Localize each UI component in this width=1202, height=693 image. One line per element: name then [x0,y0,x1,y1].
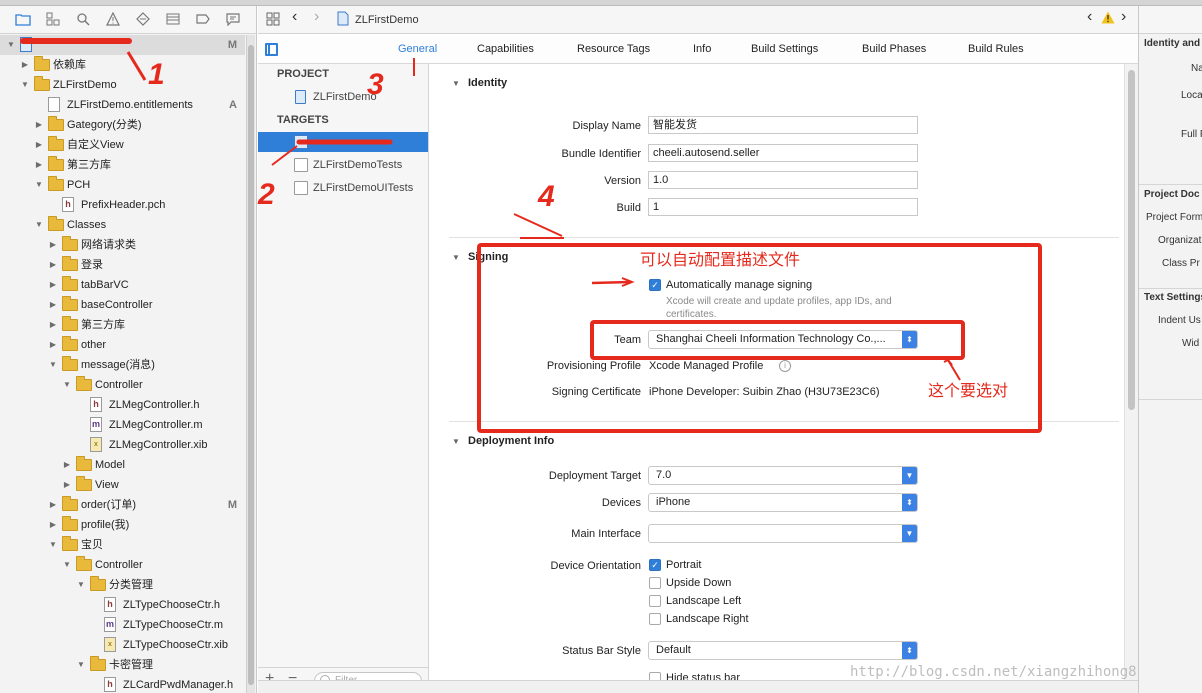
annotation-number-3: 3 [367,68,384,101]
xcode-window: ▼ M ▶ 依赖库 ▼ ZLFirstDemo ZLFirstDemo.entitlemen… [0,0,1202,693]
annotation-number-2: 2 [258,178,275,211]
annotation-number-4: 4 [538,180,555,213]
watermark: http://blog.csdn.net/xiangzhihong8 [850,664,1137,680]
team-highlight-box [590,320,965,360]
annotation-select-right: 这个要选对 [928,383,1009,400]
annotation-number-1: 1 [148,58,165,91]
annotation-auto-config: 可以自动配置描述文件 [640,252,801,269]
